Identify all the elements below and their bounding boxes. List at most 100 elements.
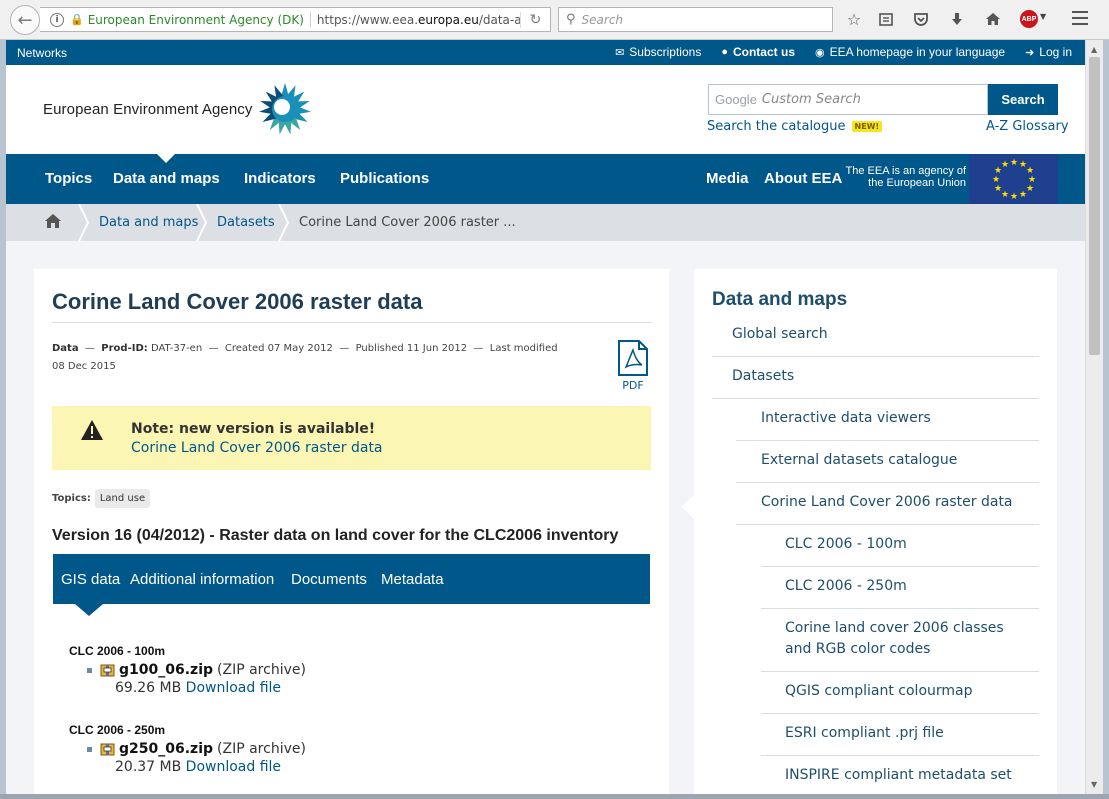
file-type: (ZIP archive): [217, 662, 306, 678]
divider: [761, 713, 1039, 714]
divider: [736, 482, 1039, 483]
download-icon[interactable]: [946, 8, 968, 30]
subscriptions-link[interactable]: ✉ Subscriptions: [615, 45, 701, 59]
site-header: European Environment Agency Google Custo…: [6, 65, 1085, 154]
nav-indicators[interactable]: Indicators: [244, 170, 316, 187]
download-file-link[interactable]: Download file: [186, 759, 281, 775]
breadcrumb-data-and-maps[interactable]: Data and maps: [99, 215, 198, 230]
browser-toolbar: ← i 🔒 European Environment Agency (DK) h…: [0, 0, 1109, 40]
dataset-tabs: GIS data Additional information Document…: [53, 554, 650, 616]
reload-icon[interactable]: ↻: [520, 11, 550, 28]
divider: [309, 12, 311, 27]
browser-search-input[interactable]: ⚲ Search: [558, 7, 833, 32]
topics-label: Topics:: [52, 493, 91, 504]
svg-text:★: ★: [1001, 190, 1009, 200]
url-text[interactable]: https://www.eea.europa.eu/data-and-ma: [317, 13, 520, 27]
nav-data-and-maps[interactable]: Data and maps: [113, 170, 220, 187]
site-identity[interactable]: European Environment Agency (DK): [88, 13, 304, 27]
sidebar-item-classes-rgb[interactable]: Corine land cover 2006 classes and RGB c…: [785, 618, 1025, 660]
breadcrumb-separator: [196, 204, 208, 241]
glossary-link[interactable]: A-Z Glossary: [986, 119, 1069, 134]
back-arrow-icon[interactable]: ←: [10, 5, 40, 35]
catalogue-link[interactable]: Search the catalogue NEW!: [707, 119, 883, 134]
homepage-language-link[interactable]: ◉ EEA homepage in your language: [815, 45, 1005, 59]
nav-publications[interactable]: Publications: [340, 170, 429, 187]
pdf-icon: [618, 340, 648, 376]
divider: [761, 671, 1039, 672]
eu-agency-note: The EEA is an agency of the European Uni…: [845, 165, 966, 189]
hamburger-menu-icon[interactable]: [1072, 11, 1088, 29]
sidebar-nav: Data and maps Global search Datasets Int…: [682, 269, 1057, 794]
site-search-input[interactable]: Google Custom Search: [708, 84, 988, 115]
utility-bar: Networks ✉ Subscriptions ● Contact us ◉ EEA…: [6, 40, 1085, 65]
contact-link[interactable]: ● Contact us: [721, 45, 795, 59]
sign-in-icon: ➜: [1025, 46, 1035, 59]
sidebar-item-external-datasets[interactable]: External datasets catalogue: [761, 450, 957, 471]
sidebar-item-clc-250m[interactable]: CLC 2006 - 250m: [785, 576, 907, 597]
scroll-up-icon[interactable]: ▲: [1091, 45, 1097, 54]
sidebar-item-global-search[interactable]: Global search: [732, 324, 828, 345]
adblock-icon[interactable]: ABP: [1020, 10, 1038, 28]
sidebar-item-clc-100m[interactable]: CLC 2006 - 100m: [785, 534, 907, 555]
svg-text:★: ★: [992, 175, 1000, 185]
breadcrumb-separator: [278, 204, 290, 241]
nav-topics[interactable]: Topics: [45, 170, 92, 187]
nav-media[interactable]: Media: [706, 170, 749, 187]
active-nav-indicator: [157, 154, 175, 163]
sidebar-title[interactable]: Data and maps: [712, 289, 847, 311]
sidebar-item-corine-2006[interactable]: Corine Land Cover 2006 raster data: [761, 492, 1013, 513]
download-item: CLC 2006 - 250m g250_06.zip (ZIP archive…: [69, 723, 306, 775]
breadcrumb-current: Corine Land Cover 2006 raster ...: [299, 215, 516, 230]
breadcrumb-datasets[interactable]: Datasets: [217, 215, 275, 230]
reading-list-icon[interactable]: [875, 8, 897, 30]
pdf-download[interactable]: PDF: [615, 340, 651, 392]
sidebar-item-qgis-colourmap[interactable]: QGIS compliant colourmap: [785, 681, 973, 702]
download-heading: CLC 2006 - 100m: [69, 644, 166, 658]
home-icon[interactable]: [44, 213, 62, 229]
networks-link[interactable]: Networks: [17, 46, 67, 60]
scroll-down-icon[interactable]: ▼: [1091, 780, 1097, 789]
tab-additional-information[interactable]: Additional information: [130, 571, 274, 588]
eu-flag-icon[interactable]: ★ ★ ★ ★ ★ ★ ★ ★ ★ ★ ★ ★: [969, 154, 1058, 204]
sidebar-item-inspire-metadata[interactable]: INSPIRE compliant metadata set: [785, 765, 1012, 786]
tab-documents[interactable]: Documents: [291, 571, 367, 588]
org-name[interactable]: European Environment Agency: [43, 101, 253, 118]
svg-text:★: ★: [1010, 192, 1018, 202]
topic-tag-land-use[interactable]: Land use: [94, 489, 151, 508]
info-icon[interactable]: i: [50, 12, 64, 27]
download-file-link[interactable]: Download file: [186, 680, 281, 696]
star-bookmark-icon[interactable]: ☆: [843, 8, 865, 30]
chevron-down-icon[interactable]: ▼: [1040, 12, 1046, 21]
zip-archive-icon: [100, 664, 115, 677]
file-name[interactable]: g250_06.zip: [119, 741, 213, 757]
file-name[interactable]: g100_06.zip: [119, 662, 213, 678]
sidebar-pointer: [682, 495, 694, 519]
window-frame: [1103, 40, 1109, 794]
sidebar-item-interactive-data-viewers[interactable]: Interactive data viewers: [761, 408, 931, 429]
sidebar-item-datasets[interactable]: Datasets: [732, 366, 794, 387]
scrollbar-thumb[interactable]: [1089, 57, 1100, 355]
divider: [712, 398, 1039, 399]
google-label: Google: [715, 92, 757, 107]
divider: [761, 566, 1039, 567]
svg-text:★: ★: [1001, 160, 1009, 170]
address-bar[interactable]: i 🔒 European Environment Agency (DK) htt…: [40, 7, 551, 32]
login-link[interactable]: ➜ Log in: [1025, 45, 1072, 59]
tab-gis-data[interactable]: GIS data: [61, 571, 120, 588]
tab-metadata[interactable]: Metadata: [381, 571, 444, 588]
eea-logo-icon[interactable]: [256, 81, 312, 137]
list-bullet: [87, 746, 92, 752]
page-scrollbar[interactable]: ▲ ▼: [1085, 40, 1103, 794]
envelope-icon: ✉: [615, 46, 625, 59]
pocket-icon[interactable]: [910, 8, 932, 30]
sidebar-item-esri-prj[interactable]: ESRI compliant .prj file: [785, 723, 944, 744]
page-viewport: Networks ✉ Subscriptions ● Contact us ◉ EEA…: [6, 40, 1085, 794]
speech-bubble-icon: ●: [721, 46, 728, 58]
home-icon[interactable]: [982, 8, 1004, 30]
new-version-link[interactable]: Corine Land Cover 2006 raster data: [131, 440, 383, 456]
nav-about[interactable]: About EEA: [764, 170, 842, 187]
version-heading: Version 16 (04/2012) - Raster data on la…: [52, 527, 619, 544]
site-search-button[interactable]: Search: [988, 84, 1058, 115]
main-navigation: Topics Data and maps Indicators Publicat…: [6, 154, 1085, 204]
notice-title: Note: new version is available!: [131, 421, 376, 437]
